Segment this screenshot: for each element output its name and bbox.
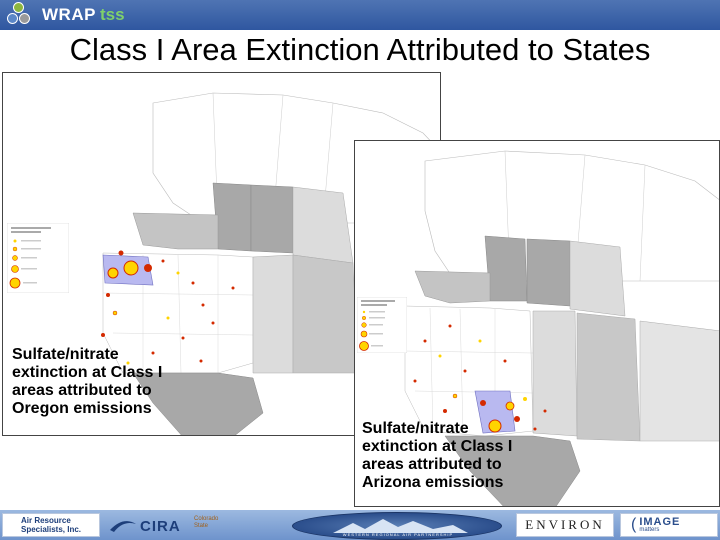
caption-arizona: Sulfate/nitrate extinction at Class I ar…	[362, 420, 513, 491]
legend-symbols-icon	[7, 223, 69, 293]
wrap-partnership-logo: WESTERN REGIONAL AIR PARTNERSHIP	[292, 512, 502, 540]
legend-symbols-icon	[357, 297, 407, 353]
image-bracket-icon: (	[631, 516, 637, 533]
caption-oregon: Sulfate/nitrate extinction at Class I ar…	[12, 346, 163, 417]
slide-title: Class I Area Extinction Attributed to St…	[69, 32, 651, 67]
ars-logo: Air Resource Specialists, Inc.	[2, 513, 100, 537]
logo-word: WRAP	[42, 5, 96, 24]
wrap-circles-icon	[6, 2, 32, 28]
image-matters-logo: ( IMAGE matters	[620, 513, 718, 537]
cira-swoosh-icon	[110, 521, 136, 532]
logo-suffix: tss	[99, 5, 125, 24]
wrap-tss-logo: WRAP tss	[6, 2, 125, 28]
environ-logo: ENVIRON	[516, 513, 614, 537]
header-band: WRAP tss	[0, 0, 720, 30]
